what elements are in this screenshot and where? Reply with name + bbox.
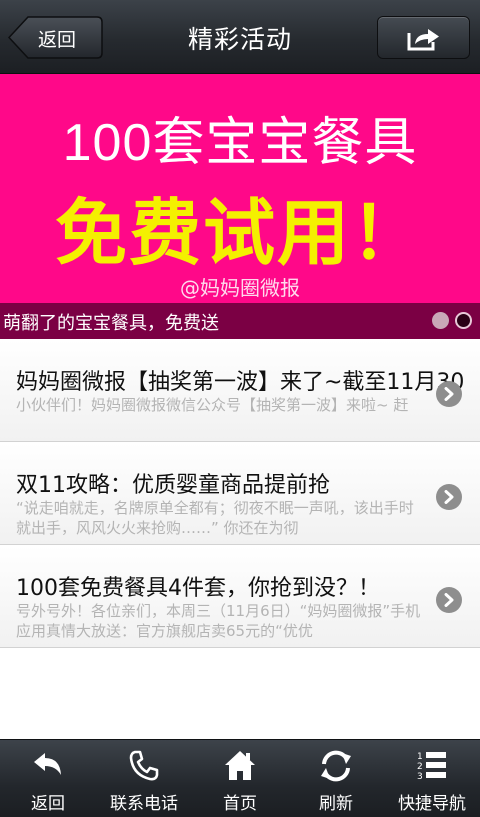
- header-bar: 返回 精彩活动: [0, 0, 480, 74]
- list-item-title: 双11攻略：优质婴童商品提前抢: [16, 473, 330, 498]
- chevron-right-icon: [436, 484, 462, 510]
- back-button[interactable]: 返回: [8, 16, 103, 59]
- nav-item-home[interactable]: 首页: [192, 740, 288, 817]
- list-item-title: 妈妈圈微报【抽奖第一波】来了~截至11月30: [16, 370, 465, 395]
- list-item[interactable]: 双11攻略：优质婴童商品提前抢 “说走咱就走，名牌原单全都有；彻夜不眠一声吼，该…: [0, 442, 480, 545]
- promo-banner[interactable]: 100套宝宝餐具 免费试用！ @妈妈圈微报 萌翻了的宝宝餐具，免费送: [0, 74, 480, 339]
- list-item[interactable]: 妈妈圈微报【抽奖第一波】来了~截至11月30 小伙伴们！妈妈圈微报微信公众号【抽…: [0, 339, 480, 442]
- list-item[interactable]: 100套免费餐具4件套，你抢到没？！ 号外号外！各位亲们，本周三（11月6日）“…: [0, 545, 480, 648]
- bottom-nav: 返回 联系电话 首页 刷新 1 2 3 快捷导航: [0, 739, 480, 817]
- svg-text:3: 3: [417, 772, 423, 782]
- nav-label: 首页: [223, 794, 257, 814]
- nav-item-phone[interactable]: 联系电话: [96, 740, 192, 817]
- refresh-icon: [321, 750, 351, 782]
- svg-text:2: 2: [417, 762, 423, 772]
- nav-label: 快捷导航: [398, 794, 466, 814]
- banner-headline: 100套宝宝餐具: [62, 114, 418, 172]
- carousel-dot-1[interactable]: [432, 312, 449, 329]
- list-item-desc: 号外号外！各位亲们，本周三（11月6日）“妈妈圈微报”手机应用真情大放送：官方旗…: [16, 602, 421, 640]
- list-item-desc: 小伙伴们！妈妈圈微报微信公众号【抽奖第一波】来啦~ 赶: [16, 396, 409, 414]
- share-icon: [407, 29, 439, 51]
- activity-list: 妈妈圈微报【抽奖第一波】来了~截至11月30 小伙伴们！妈妈圈微报微信公众号【抽…: [0, 339, 480, 648]
- carousel-dot-2-active[interactable]: [455, 312, 472, 329]
- home-icon: [225, 751, 255, 780]
- share-button[interactable]: [377, 16, 470, 59]
- list-item-desc: “说走咱就走，名牌原单全都有；彻夜不眠一声吼，该出手时就出手，风风火火来抢购………: [16, 499, 414, 537]
- banner-watermark: @妈妈圈微报: [180, 276, 300, 300]
- nav-label: 刷新: [319, 794, 353, 814]
- nav-label: 返回: [31, 794, 65, 814]
- banner-caption: 萌翻了的宝宝餐具，免费送: [3, 313, 219, 334]
- nav-label: 联系电话: [110, 794, 178, 814]
- list-item-title: 100套免费餐具4件套，你抢到没？！: [16, 576, 380, 601]
- phone-icon: [129, 750, 159, 781]
- nav-item-refresh[interactable]: 刷新: [288, 740, 384, 817]
- banner-caption-bar: 萌翻了的宝宝餐具，免费送: [0, 303, 480, 339]
- nav-item-back[interactable]: 返回: [0, 740, 96, 817]
- nav-item-quick-nav[interactable]: 1 2 3 快捷导航: [384, 740, 480, 817]
- list-nav-icon: 1 2 3: [417, 752, 446, 782]
- chevron-right-icon: [436, 587, 462, 613]
- svg-text:1: 1: [417, 752, 423, 762]
- chevron-right-icon: [436, 381, 462, 407]
- banner-subheadline: 免费试用！: [54, 194, 425, 274]
- back-button-label: 返回: [38, 29, 77, 51]
- page-title: 精彩活动: [187, 25, 292, 54]
- back-arrow-icon: [34, 753, 61, 775]
